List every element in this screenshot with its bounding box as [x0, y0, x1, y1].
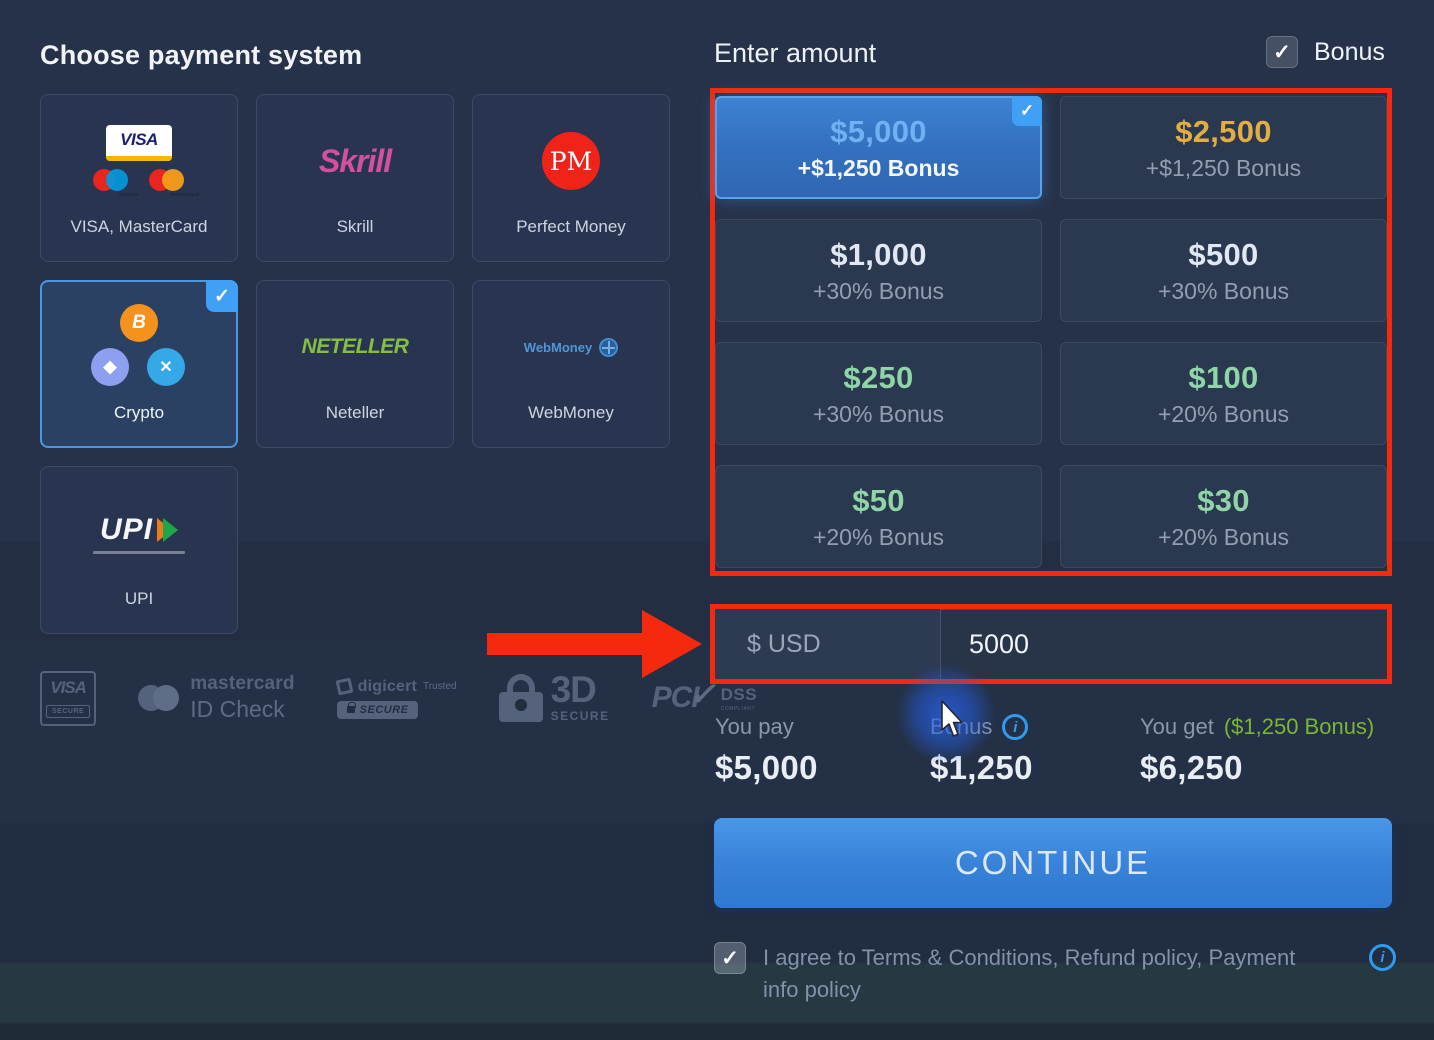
security-badges: VISA SECURE mastercard ID Check digicert… [40, 658, 680, 738]
agreement-row: ✓ I agree to Terms & Conditions, Refund … [714, 942, 1396, 1006]
amount-option-100[interactable]: $100 +20% Bonus [1060, 342, 1387, 445]
bonus-checkbox[interactable]: ✓ Bonus [1266, 36, 1385, 68]
payment-method-label: Perfect Money [516, 217, 626, 237]
summary-you-pay: You pay $5,000 [715, 714, 818, 787]
visa-logo-text: VISA [106, 125, 172, 155]
amount-options-grid-highlight: ✓ $5,000 +$1,250 Bonus $2,500 +$1,250 Bo… [710, 88, 1392, 576]
3d-secure-badge: 3D SECURE [499, 673, 610, 722]
payment-method-crypto[interactable]: ✓ B ◆ ✕ Crypto [40, 280, 238, 448]
payment-method-visa-mastercard[interactable]: VISA maestro mastercard VISA, MasterCard [40, 94, 238, 262]
amount-option-30[interactable]: $30 +20% Bonus [1060, 465, 1387, 568]
amount-option-1000[interactable]: $1,000 +30% Bonus [715, 219, 1042, 322]
payment-method-upi[interactable]: UPI UPI [40, 466, 238, 634]
bonus-info-icon[interactable]: i [1002, 714, 1028, 740]
agreement-text[interactable]: I agree to Terms & Conditions, Refund po… [763, 942, 1335, 1006]
payment-method-label: VISA, MasterCard [71, 217, 208, 237]
continue-button[interactable]: CONTINUE [714, 818, 1392, 908]
currency-label: $ USD [715, 609, 941, 679]
upi-icon: UPI [93, 491, 185, 575]
ethereum-icon: ◆ [91, 348, 129, 386]
upi-tagline-bar [93, 551, 185, 554]
amount-option-250[interactable]: $250 +30% Bonus [715, 342, 1042, 445]
mastercard-circles-icon [138, 685, 180, 711]
amount-input[interactable] [941, 610, 1387, 679]
you-pay-value: $5,000 [715, 749, 818, 787]
payment-method-skrill[interactable]: Skrill Skrill [256, 94, 454, 262]
you-get-value: $6,250 [1140, 749, 1374, 787]
payment-method-neteller[interactable]: NETELLER Neteller [256, 280, 454, 448]
page-title-payment: Choose payment system [40, 40, 362, 71]
agreement-checkbox[interactable]: ✓ [714, 942, 746, 974]
bitcoin-icon: B [120, 304, 158, 342]
bonus-checkbox-label: Bonus [1314, 38, 1385, 67]
visa-mastercard-icon: VISA maestro mastercard [93, 119, 185, 203]
pci-dss-badge: PCI✓ DSS COMPLIANT [652, 681, 757, 715]
payment-method-label: WebMoney [528, 403, 614, 423]
mouse-cursor [940, 700, 966, 740]
visa-secure-badge: VISA SECURE [40, 671, 96, 726]
maestro-icon: maestro [93, 169, 129, 197]
page-title-amount: Enter amount [714, 38, 876, 69]
mastercard-icon: mastercard [149, 169, 185, 197]
upi-arrow-green [163, 518, 178, 542]
amount-input-highlight: $ USD [710, 604, 1392, 684]
neteller-icon: NETELLER [302, 305, 409, 389]
digicert-icon [335, 678, 353, 696]
agreement-info-icon[interactable]: i [1369, 944, 1396, 971]
globe-icon [599, 338, 618, 357]
crypto-coins-icon: B ◆ ✕ [81, 305, 197, 389]
payment-method-webmoney[interactable]: WebMoney WebMoney [472, 280, 670, 448]
check-icon[interactable]: ✓ [1266, 36, 1298, 68]
you-get-bonus-note: ($1,250 Bonus) [1224, 714, 1374, 740]
amount-option-50[interactable]: $50 +20% Bonus [715, 465, 1042, 568]
you-pay-label: You pay [715, 714, 818, 740]
highlight-arrow-head [642, 610, 702, 678]
amount-option-500[interactable]: $500 +30% Bonus [1060, 219, 1387, 322]
padlock-icon [499, 674, 543, 722]
deposit-dialog: { "payment": { "title": "Choose payment … [0, 0, 1434, 1040]
payment-method-perfect-money[interactable]: PM Perfect Money [472, 94, 670, 262]
selected-check-icon: ✓ [206, 280, 238, 312]
payment-method-label: UPI [125, 589, 153, 609]
highlight-arrow [487, 633, 643, 655]
webmoney-icon: WebMoney [524, 305, 618, 389]
amount-option-2500[interactable]: $2,500 +$1,250 Bonus [1060, 96, 1387, 199]
selected-check-icon: ✓ [1012, 96, 1042, 126]
perfect-money-icon: PM [542, 119, 600, 203]
amount-option-5000[interactable]: ✓ $5,000 +$1,250 Bonus [715, 96, 1042, 199]
payment-method-label: Neteller [326, 403, 385, 423]
ripple-icon: ✕ [147, 348, 185, 386]
payment-method-label: Skrill [337, 217, 374, 237]
digicert-trusted-badge: digicert Trusted SECURE [337, 678, 457, 719]
summary-you-get: You get ($1,250 Bonus) $6,250 [1140, 714, 1374, 787]
lock-icon [347, 706, 355, 713]
you-get-label: You get [1140, 714, 1214, 740]
payment-method-label: Crypto [114, 403, 164, 423]
mastercard-id-check-badge: mastercard ID Check [138, 673, 294, 723]
skrill-icon: Skrill [319, 119, 391, 203]
